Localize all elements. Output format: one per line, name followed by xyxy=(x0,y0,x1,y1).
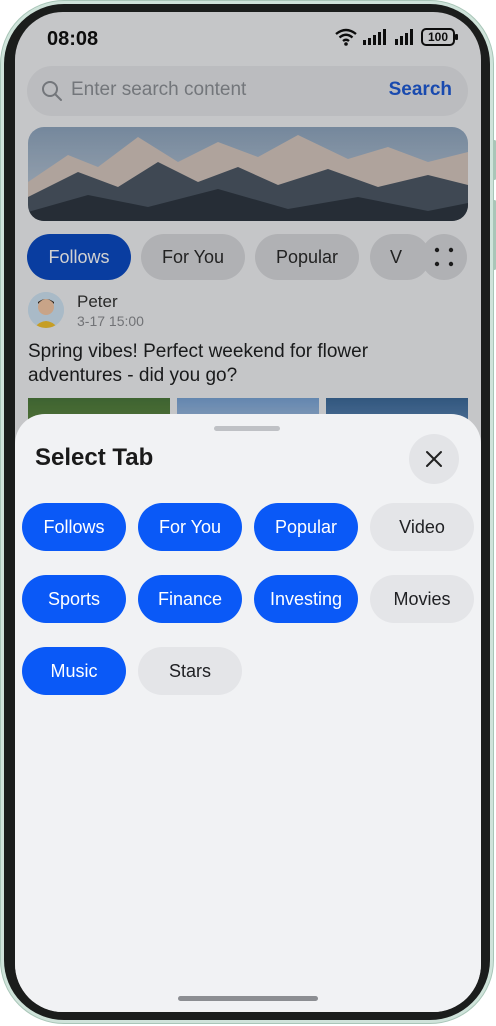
sheet-drag-handle[interactable] xyxy=(214,426,280,431)
chip-video[interactable]: Video xyxy=(370,503,474,551)
chip-sports[interactable]: Sports xyxy=(22,575,126,623)
chip-finance[interactable]: Finance xyxy=(138,575,242,623)
chip-investing[interactable]: Investing xyxy=(254,575,358,623)
sheet-title: Select Tab xyxy=(35,444,154,471)
select-tab-sheet: Select Tab Follows For You Popular Video… xyxy=(15,414,481,1012)
chip-stars[interactable]: Stars xyxy=(138,647,242,695)
close-icon xyxy=(426,451,442,467)
chip-popular[interactable]: Popular xyxy=(254,503,358,551)
chip-music[interactable]: Music xyxy=(22,647,126,695)
home-indicator[interactable] xyxy=(178,996,318,1001)
chip-follows[interactable]: Follows xyxy=(22,503,126,551)
chip-for-you[interactable]: For You xyxy=(138,503,242,551)
chip-movies[interactable]: Movies xyxy=(370,575,474,623)
screen: 08:08 100 Enter search content Search Fo… xyxy=(15,12,481,1012)
close-button[interactable] xyxy=(409,434,459,484)
